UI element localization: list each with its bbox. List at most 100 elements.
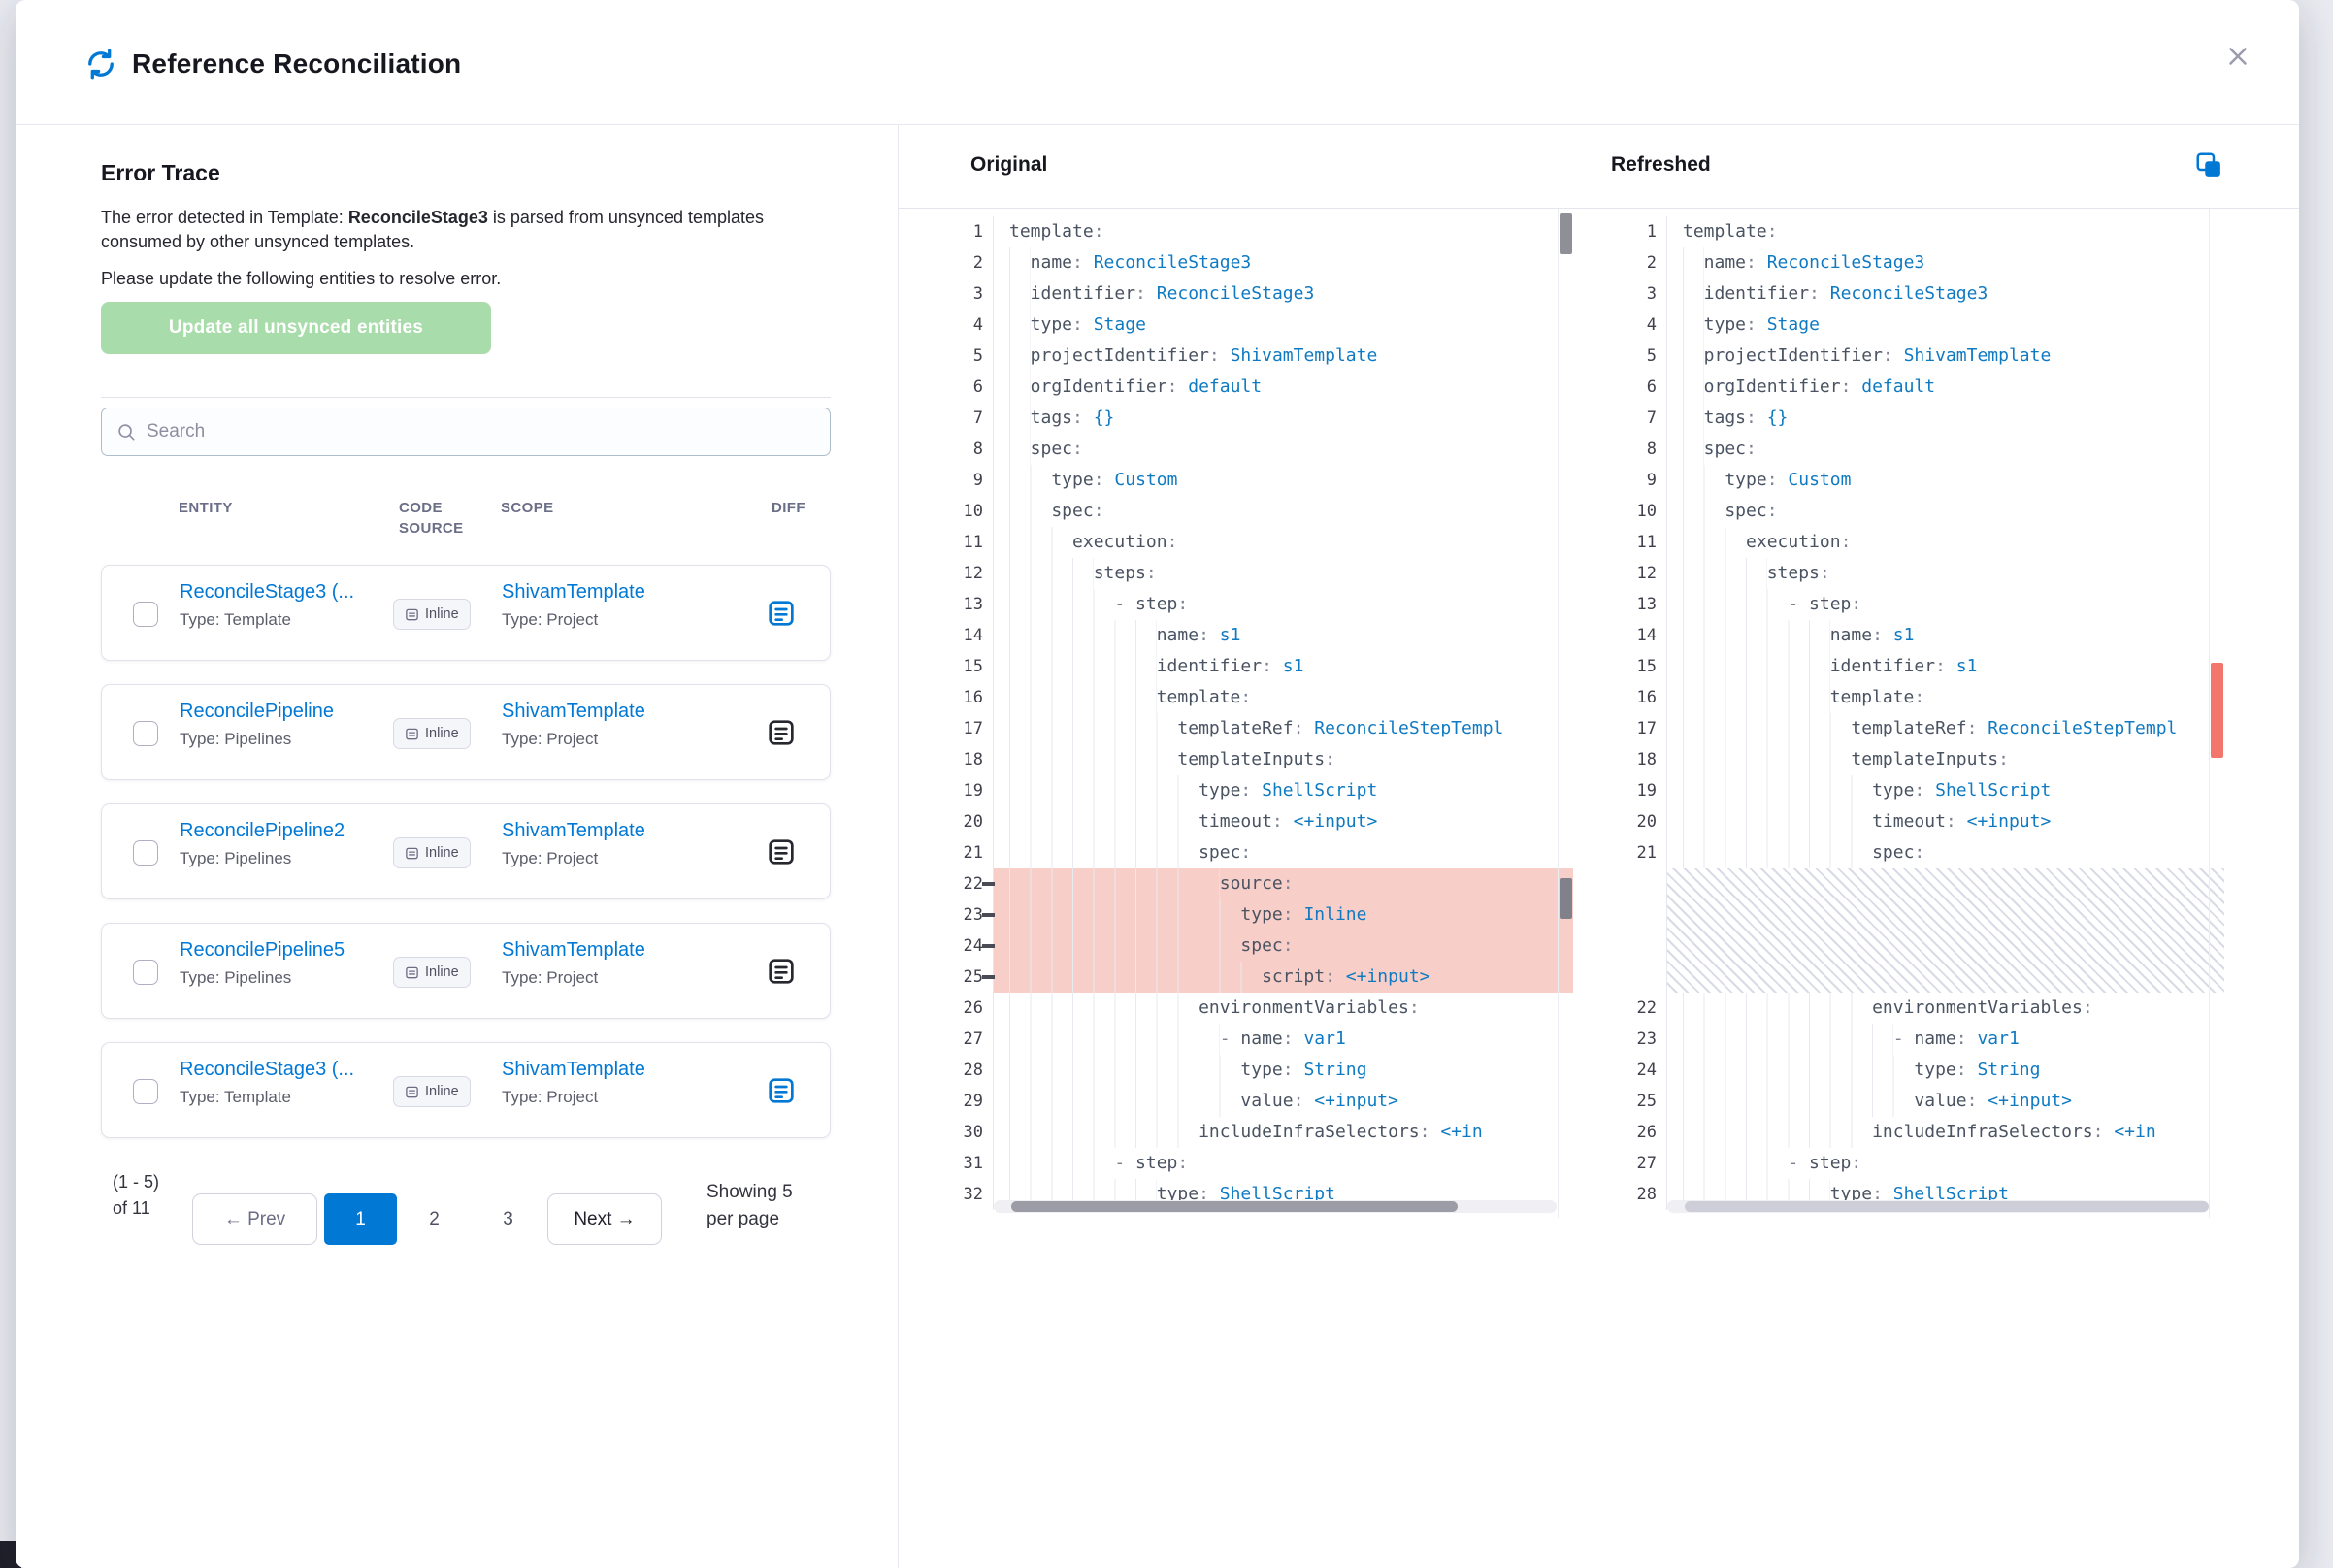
code-line: 5projectIdentifier: ShivamTemplate (1611, 341, 2224, 372)
code-line: 1template: (937, 216, 1573, 247)
vertical-divider (898, 125, 899, 1568)
entity-rows: ReconcileStage3 (... Type: Template Inline… (101, 565, 831, 1161)
code-line: 4type: Stage (937, 310, 1573, 341)
entity-link[interactable]: ReconcileStage3 (... (180, 581, 354, 604)
entity-type: Type: Template (180, 610, 354, 630)
original-code-panel[interactable]: 1template:2name: ReconcileStage33identif… (937, 209, 1573, 1218)
code-line: 26environmentVariables: (937, 993, 1573, 1024)
code-line: 5projectIdentifier: ShivamTemplate (937, 341, 1573, 372)
entity-link[interactable]: ReconcilePipeline5 (180, 939, 345, 962)
code-line: 23- name: var1 (1611, 1024, 2224, 1055)
table-row: ReconcilePipeline5Type: PipelinesInlineS… (101, 923, 831, 1019)
line-number: 25 (937, 962, 994, 993)
prev-page-button[interactable]: ← Prev (192, 1193, 317, 1245)
horizontal-scrollbar-thumb[interactable] (1011, 1201, 1458, 1212)
page-button-2[interactable]: 2 (398, 1193, 471, 1245)
page-button-3[interactable]: 3 (472, 1193, 544, 1245)
search-input[interactable] (147, 421, 816, 442)
close-icon[interactable] (2221, 41, 2254, 74)
code-line: 13- step: (1611, 589, 2224, 620)
code-line: 27- step: (1611, 1148, 2224, 1179)
line-number: 30 (937, 1117, 994, 1148)
line-number: 17 (937, 713, 994, 744)
code-line: 21spec: (1611, 837, 2224, 868)
line-number: 25 (1611, 1086, 1667, 1117)
file-diff-icon[interactable] (765, 717, 798, 750)
code-line: 21spec: (937, 837, 1573, 868)
code-line: 3identifier: ReconcileStage3 (1611, 278, 2224, 310)
file-diff-icon[interactable] (765, 1075, 798, 1108)
code-line: 26includeInfraSelectors: <+in (1611, 1117, 2224, 1148)
copy-icon[interactable] (2194, 150, 2223, 180)
next-page-button[interactable]: Next → (547, 1193, 662, 1245)
line-number: 15 (1611, 651, 1667, 682)
code-source-label: Inline (425, 1084, 459, 1099)
row-checkbox[interactable] (133, 721, 158, 746)
pagination-range: (1 - 5) of 11 (113, 1169, 173, 1222)
row-checkbox[interactable] (133, 840, 158, 866)
scope-link[interactable]: ShivamTemplate (502, 820, 645, 842)
line-number: 2 (1611, 247, 1667, 278)
table-row: ReconcilePipelineType: PipelinesInlineSh… (101, 684, 831, 780)
code-line: 14name: s1 (937, 620, 1573, 651)
modal-header: Reference Reconciliation (16, 0, 2299, 125)
file-diff-icon[interactable] (765, 598, 798, 631)
line-number: 9 (1611, 465, 1667, 496)
code-line: 24type: String (1611, 1055, 2224, 1086)
file-diff-icon[interactable] (765, 956, 798, 989)
diff-header: Original Refreshed (899, 125, 2299, 209)
page-button-1[interactable]: 1 (324, 1193, 397, 1245)
code-line: 6orgIdentifier: default (1611, 372, 2224, 403)
code-source-badge: Inline (393, 1076, 471, 1107)
line-number: 12 (937, 558, 994, 589)
inline-source-icon (405, 965, 419, 980)
code-line: 7tags: {} (1611, 403, 2224, 434)
line-number: 21 (937, 837, 994, 868)
original-panel-title: Original (970, 153, 1047, 177)
scope-link[interactable]: ShivamTemplate (502, 1059, 645, 1081)
line-number: 14 (937, 620, 994, 651)
line-number: 32 (937, 1179, 994, 1210)
line-number: 4 (1611, 310, 1667, 341)
vertical-scrollbar-thumb[interactable] (1560, 213, 1572, 254)
inline-source-icon (405, 727, 419, 741)
line-number: 18 (937, 744, 994, 775)
file-diff-icon[interactable] (765, 836, 798, 869)
row-checkbox[interactable] (133, 960, 158, 985)
line-number: 2 (937, 247, 994, 278)
scope-link[interactable]: ShivamTemplate (502, 701, 645, 723)
row-checkbox[interactable] (133, 602, 158, 627)
deletion-overview-marker (1560, 878, 1572, 919)
entity-link[interactable]: ReconcileStage3 (... (180, 1059, 354, 1081)
code-line: 19type: ShellScript (1611, 775, 2224, 806)
code-line: 25script: <+input> (937, 962, 1573, 993)
code-line: 25value: <+input> (1611, 1086, 2224, 1117)
line-number: 13 (937, 589, 994, 620)
entity-link[interactable]: ReconcilePipeline (180, 701, 334, 723)
line-number: 24 (1611, 1055, 1667, 1086)
line-number: 4 (937, 310, 994, 341)
pagination-page-size: Showing 5 per page (706, 1179, 815, 1233)
vertical-scrollbar-track[interactable] (1558, 209, 1573, 1218)
horizontal-scrollbar-thumb[interactable] (1685, 1201, 2209, 1212)
entity-type: Type: Pipelines (180, 849, 345, 868)
code-line: 13- step: (937, 589, 1573, 620)
refreshed-code-panel[interactable]: 1template:2name: ReconcileStage33identif… (1611, 209, 2224, 1218)
update-all-button[interactable]: Update all unsynced entities (101, 302, 491, 354)
line-number: 12 (1611, 558, 1667, 589)
line-number: 18 (1611, 744, 1667, 775)
entity-link[interactable]: ReconcilePipeline2 (180, 820, 345, 842)
line-number: 23 (937, 899, 994, 931)
error-trace-panel: Error Trace The error detected in Templa… (16, 125, 898, 1568)
code-line: 8spec: (937, 434, 1573, 465)
row-checkbox[interactable] (133, 1079, 158, 1104)
line-number: 26 (1611, 1117, 1667, 1148)
scope-link[interactable]: ShivamTemplate (502, 581, 645, 604)
line-number: 14 (1611, 620, 1667, 651)
entity-type: Type: Template (180, 1088, 354, 1107)
line-number: 16 (937, 682, 994, 713)
search-box[interactable] (101, 408, 831, 456)
line-number: 8 (1611, 434, 1667, 465)
scope-link[interactable]: ShivamTemplate (502, 939, 645, 962)
inline-source-icon (405, 607, 419, 622)
